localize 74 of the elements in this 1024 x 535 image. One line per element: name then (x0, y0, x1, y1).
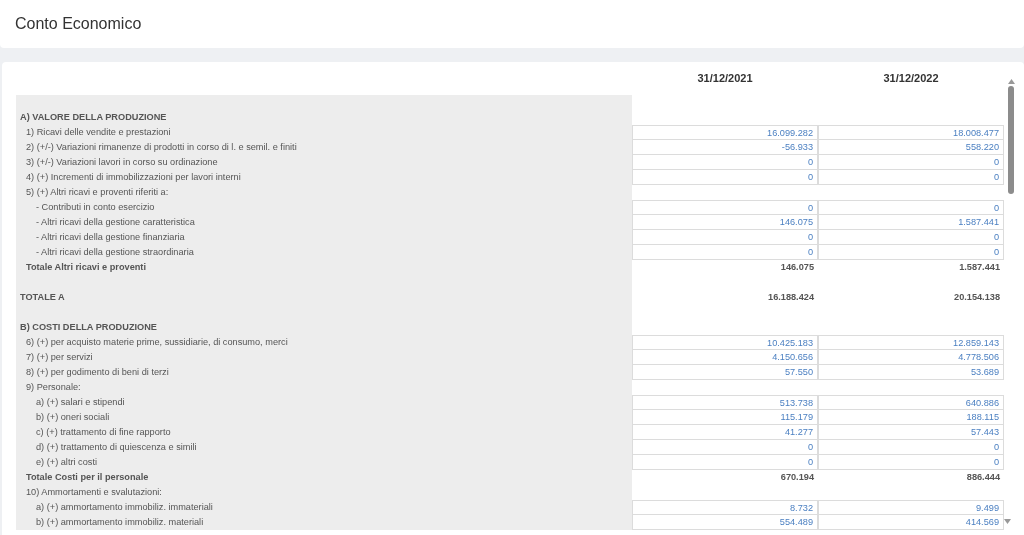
value-cell: 8.732 (632, 500, 818, 515)
value-cell: 12.859.143 (818, 335, 1004, 350)
value-cell: 4.778.506 (818, 350, 1004, 365)
total-value: 20.154.138 (953, 291, 1001, 304)
scroll-up-icon[interactable] (1007, 79, 1015, 84)
value-cell: 57.550 (632, 365, 818, 380)
row-label: Totale Costi per il personale (26, 471, 149, 484)
column-header: 31/12/2022 (882, 71, 940, 86)
value-cell: 41.277 (632, 425, 818, 440)
row-label: 2) (+/-) Variazioni rimanenze di prodotti in corso di l. e semil. e finiti (26, 141, 297, 154)
value-cell: 0 (632, 200, 818, 215)
value-cell: 0 (818, 455, 1004, 470)
value-cell: 640.886 (818, 395, 1004, 410)
value-cell: 0 (818, 155, 1004, 170)
value-cell: 0 (818, 230, 1004, 245)
row-label: 9) Personale: (26, 381, 81, 394)
value-cell: 16.099.282 (632, 125, 818, 140)
row-label: 10) Ammortamenti e svalutazioni: (26, 486, 162, 499)
value-cell: 0 (818, 200, 1004, 215)
row-label: 6) (+) per acquisto materie prime, sussidiarie, di consumo, merci (26, 336, 288, 349)
row-label: b) (+) ammortamento immobiliz. materiali (36, 516, 204, 529)
total-value: 16.188.424 (767, 291, 815, 304)
row-label: b) (+) oneri sociali (36, 411, 110, 424)
scrollbar-thumb[interactable] (1008, 86, 1014, 194)
value-cell: 0 (632, 230, 818, 245)
row-label: B) COSTI DELLA PRODUZIONE (20, 321, 157, 334)
row-label: Totale Altri ricavi e proventi (26, 261, 146, 274)
value-cell: 188.115 (818, 410, 1004, 425)
value-cell: 513.738 (632, 395, 818, 410)
value-cell: 0 (818, 440, 1004, 455)
row-label: 7) (+) per servizi (26, 351, 93, 364)
row-label: A) VALORE DELLA PRODUZIONE (20, 111, 167, 124)
value-cell: 4.150.656 (632, 350, 818, 365)
page-title: Conto Economico (15, 14, 142, 34)
column-header: 31/12/2021 (696, 71, 754, 86)
row-label: a) (+) salari e stipendi (36, 396, 125, 409)
value-cell: 0 (818, 245, 1004, 260)
total-value: 886.444 (965, 471, 1001, 484)
row-label: c) (+) trattamento di fine rapporto (36, 426, 171, 439)
row-label: 5) (+) Altri ricavi e proventi riferiti a: (26, 186, 169, 199)
scroll-down-icon[interactable] (1004, 519, 1011, 524)
value-cell: 146.075 (632, 215, 818, 230)
row-label: 1) Ricavi delle vendite e prestazioni (26, 126, 171, 139)
value-cell: 53.689 (818, 365, 1004, 380)
value-cell: 18.008.477 (818, 125, 1004, 140)
value-cell: 115.179 (632, 410, 818, 425)
row-label: d) (+) trattamento di quiescenza e simili (36, 441, 197, 454)
row-label: - Altri ricavi della gestione finanziaria (36, 231, 185, 244)
value-cell: 10.425.183 (632, 335, 818, 350)
value-cell: 0 (632, 170, 818, 185)
row-label: TOTALE A (20, 291, 65, 304)
value-cell: 9.499 (818, 500, 1004, 515)
value-cell: 57.443 (818, 425, 1004, 440)
value-cell: -56.933 (632, 140, 818, 155)
value-cell: 414.569 (818, 515, 1004, 530)
row-label: e) (+) altri costi (36, 456, 97, 469)
total-value: 146.075 (779, 261, 815, 274)
row-label: - Altri ricavi della gestione straordinaria (36, 246, 194, 259)
value-cell: 558.220 (818, 140, 1004, 155)
value-cell: 0 (632, 440, 818, 455)
total-value: 1.587.441 (958, 261, 1001, 274)
row-label: 3) (+/-) Variazioni lavori in corso su ordinazione (26, 156, 218, 169)
row-label: - Contributi in conto esercizio (36, 201, 155, 214)
row-label: 8) (+) per godimento di beni di terzi (26, 366, 169, 379)
row-label: 4) (+) Incrementi di immobilizzazioni per lavori interni (26, 171, 241, 184)
value-cell: 0 (632, 155, 818, 170)
value-cell: 0 (818, 170, 1004, 185)
value-cell: 0 (632, 245, 818, 260)
value-cell: 1.587.441 (818, 215, 1004, 230)
total-value: 670.194 (779, 471, 815, 484)
value-cell: 554.489 (632, 515, 818, 530)
row-label: a) (+) ammortamento immobiliz. immateriali (36, 501, 213, 514)
value-cell: 0 (632, 455, 818, 470)
row-label: - Altri ricavi della gestione caratteristica (36, 216, 195, 229)
